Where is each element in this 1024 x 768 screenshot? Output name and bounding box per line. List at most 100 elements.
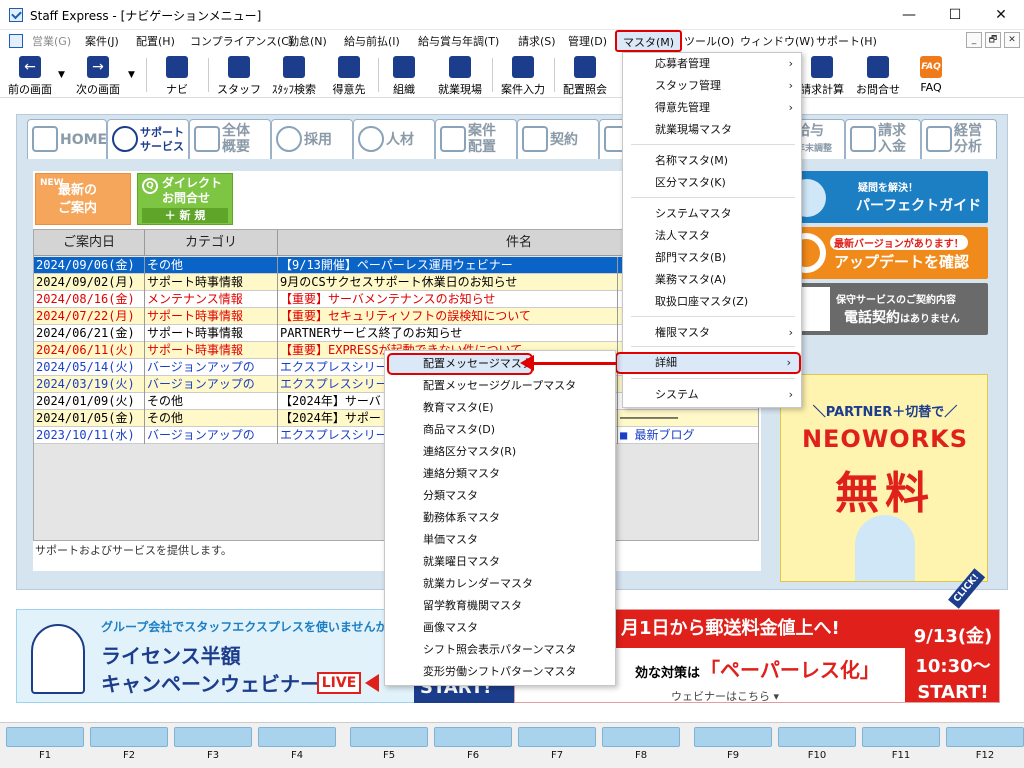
tokuisaki-button[interactable]: 得意先 <box>324 52 374 98</box>
function-key-f7[interactable]: F7 <box>518 727 596 765</box>
detail-menu-item[interactable]: 連絡区分マスタ(R) <box>385 441 613 463</box>
function-key-f10[interactable]: F10 <box>778 727 856 765</box>
staff-search-button[interactable]: ｽﾀｯﾌ検索 <box>266 52 322 98</box>
master-menu-item[interactable]: 部門マスタ(B) <box>623 247 801 269</box>
seikyu-keisan-button[interactable]: 請求計算 <box>794 52 850 98</box>
function-key-f9[interactable]: F9 <box>694 727 772 765</box>
perfect-guide-banner[interactable]: 疑問を解決！ パーフェクトガイド <box>780 171 988 223</box>
detail-menu-item[interactable]: 商品マスタ(D) <box>385 419 613 441</box>
function-key-cap[interactable] <box>946 727 1024 747</box>
master-menu-item[interactable]: 権限マスタ › <box>623 322 801 344</box>
mdi-close-button[interactable]: ✕ <box>1004 32 1020 48</box>
tab-jinzai[interactable]: 人材 <box>353 119 435 159</box>
minimize-button[interactable]: — <box>886 0 932 30</box>
master-menu-item[interactable]: 応募者管理 › <box>623 53 801 75</box>
function-key-f3[interactable]: F3 <box>174 727 252 765</box>
faq-button[interactable]: FAQ FAQ <box>908 52 954 98</box>
function-key-cap[interactable] <box>518 727 596 747</box>
function-key-f6[interactable]: F6 <box>434 727 512 765</box>
function-key-cap[interactable] <box>694 727 772 747</box>
tab-overview[interactable]: 全体 概要 <box>189 119 271 159</box>
back-dropdown-icon[interactable]: ▼ <box>58 70 65 80</box>
column-category[interactable]: カテゴリ <box>145 230 278 256</box>
otoiawase-button[interactable]: お問合せ <box>850 52 906 98</box>
tab-recruit[interactable]: 採用 <box>271 119 353 159</box>
menu-eigyo[interactable]: 営業(G) <box>32 33 71 49</box>
anken-input-button[interactable]: 案件入力 <box>496 52 550 98</box>
menu-tool[interactable]: ツール(O) <box>684 33 734 49</box>
master-menu-item[interactable]: 詳細 › <box>615 352 801 374</box>
contract-banner[interactable]: 保守サービスのご契約内容 電話契約はありません <box>780 283 988 335</box>
function-key-cap[interactable] <box>350 727 428 747</box>
function-key-f1[interactable]: F1 <box>6 727 84 765</box>
forward-dropdown-icon[interactable]: ▼ <box>128 70 135 80</box>
function-key-cap[interactable] <box>778 727 856 747</box>
staff-button[interactable]: スタッフ <box>214 52 264 98</box>
tab-placement[interactable]: 案件 配置 <box>435 119 517 159</box>
menu-master[interactable]: マスタ(M) <box>615 30 683 52</box>
shugyo-genba-button[interactable]: 就業現場 <box>432 52 488 98</box>
close-button[interactable]: ✕ <box>978 0 1024 30</box>
tab-contract[interactable]: 契約 <box>517 119 599 159</box>
direct-inquiry-button[interactable]: Q ダイレクト お問合せ ＋ 新 規 <box>137 173 233 225</box>
function-key-cap[interactable] <box>258 727 336 747</box>
master-menu-item[interactable]: 区分マスタ(K) <box>623 172 801 194</box>
tab-home[interactable]: HOME <box>27 119 107 159</box>
function-key-f8[interactable]: F8 <box>602 727 680 765</box>
menu-kanri[interactable]: 管理(D) <box>568 33 607 49</box>
detail-menu-item[interactable]: 配置メッセージマスタ <box>387 353 533 375</box>
menu-kyuyo-shoyo[interactable]: 給与賞与年調(T) <box>418 33 499 49</box>
neoworks-banner[interactable]: ＼PARTNER＋切替で／ NEOWORKS 無料 CLICK! <box>780 374 988 609</box>
detail-menu-item[interactable]: 画像マスタ <box>385 617 613 639</box>
function-key-f12[interactable]: F12 <box>946 727 1024 765</box>
master-menu-item[interactable]: スタッフ管理 › <box>623 75 801 97</box>
detail-menu-item[interactable]: シフト照会表示パターンマスタ <box>385 639 613 661</box>
webinar-link[interactable]: ウェビナーはこちら ▾ <box>671 688 779 702</box>
detail-menu-item[interactable]: 変形労働シフトパターンマスタ <box>385 661 613 683</box>
function-key-cap[interactable] <box>6 727 84 747</box>
license-campaign-banner[interactable]: グループ会社でスタッフエクスプレスを使いませんか ライセンス半額 キャンペーンウ… <box>16 609 416 703</box>
menu-support[interactable]: サポート(H) <box>816 33 877 49</box>
menu-haichi[interactable]: 配置(H) <box>136 33 175 49</box>
detail-menu-item[interactable]: 教育マスタ(E) <box>385 397 613 419</box>
detail-menu-item[interactable]: 留学教育機関マスタ <box>385 595 613 617</box>
mdi-restore-button[interactable]: 🗗 <box>985 32 1001 48</box>
menu-compliance[interactable]: コンプライアンス(C) <box>190 33 293 49</box>
function-key-cap[interactable] <box>434 727 512 747</box>
detail-menu-item[interactable]: 配置メッセージグループマスタ <box>385 375 613 397</box>
function-key-f5[interactable]: F5 <box>350 727 428 765</box>
master-menu-item[interactable]: システム › <box>623 384 801 406</box>
detail-menu-item[interactable]: 勤務体系マスタ <box>385 507 613 529</box>
function-key-cap[interactable] <box>602 727 680 747</box>
function-key-cap[interactable] <box>862 727 940 747</box>
latest-info-button[interactable]: NEW 最新の ご案内 <box>35 173 131 225</box>
column-date[interactable]: ご案内日 <box>34 230 145 256</box>
function-key-f4[interactable]: F4 <box>258 727 336 765</box>
function-key-f11[interactable]: F11 <box>862 727 940 765</box>
back-button[interactable]: ← 前の画面 <box>2 52 58 98</box>
maximize-button[interactable]: ☐ <box>932 0 978 30</box>
master-menu-item[interactable]: 得意先管理 › <box>623 97 801 119</box>
mdi-minimize-button[interactable]: _ <box>966 32 982 48</box>
detail-menu-item[interactable]: 分類マスタ <box>385 485 613 507</box>
detail-menu-item[interactable]: 連絡分類マスタ <box>385 463 613 485</box>
master-menu-item[interactable]: 業務マスタ(A) <box>623 269 801 291</box>
master-menu-item[interactable]: 取扱口座マスタ(Z) <box>623 291 801 313</box>
menu-anken[interactable]: 案件(J) <box>85 33 119 49</box>
tab-support[interactable]: サポート サービス <box>107 119 189 159</box>
haichi-shokai-button[interactable]: 配置照会 <box>558 52 612 98</box>
detail-menu-item[interactable]: 就業カレンダーマスタ <box>385 573 613 595</box>
function-key-cap[interactable] <box>90 727 168 747</box>
master-menu-item[interactable]: 就業現場マスタ <box>623 119 801 141</box>
master-menu-item[interactable]: 法人マスタ <box>623 225 801 247</box>
tab-analysis[interactable]: 経営 分析 <box>921 119 997 159</box>
soshiki-button[interactable]: 組織 <box>382 52 426 98</box>
update-banner[interactable]: 最新バージョンがあります！ アップデートを確認 <box>780 227 988 279</box>
function-key-f2[interactable]: F2 <box>90 727 168 765</box>
forward-button[interactable]: → 次の画面 <box>70 52 126 98</box>
menu-window[interactable]: ウィンドウ(W) <box>740 33 814 49</box>
detail-menu-item[interactable]: 就業曜日マスタ <box>385 551 613 573</box>
detail-menu-item[interactable]: 単価マスタ <box>385 529 613 551</box>
master-menu-item[interactable]: システムマスタ <box>623 203 801 225</box>
tab-billing[interactable]: 請求 入金 <box>845 119 921 159</box>
